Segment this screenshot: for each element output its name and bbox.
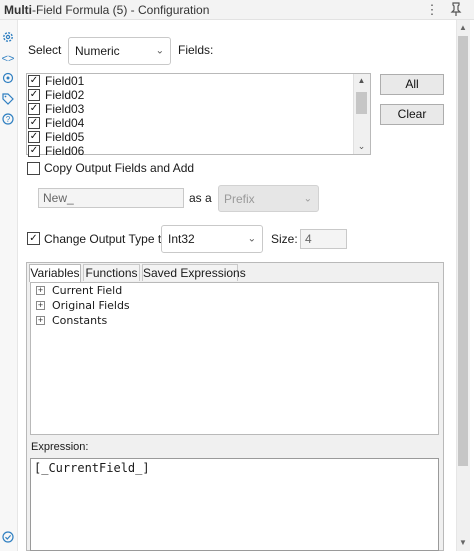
scroll-up-icon[interactable]: ▲: [458, 22, 468, 34]
svg-text:?: ?: [6, 115, 11, 124]
size-label: Size:: [271, 232, 298, 246]
clear-button[interactable]: Clear: [380, 104, 444, 125]
field-checkbox[interactable]: ✓: [28, 89, 40, 101]
change-type-checkbox[interactable]: ✓: [27, 232, 40, 245]
field-list-item[interactable]: ✓ Field05: [28, 130, 348, 144]
field-list-scroll-up-icon[interactable]: ▲: [356, 76, 367, 88]
tab-functions[interactable]: Functions: [83, 264, 140, 281]
target-icon[interactable]: [1, 72, 15, 86]
field-name: Field03: [45, 102, 85, 116]
field-list-item[interactable]: ✓ Field02: [28, 88, 348, 102]
output-type-dropdown[interactable]: Int32 ⌄: [161, 225, 263, 253]
expression-label: Expression:: [31, 441, 89, 453]
field-list-item[interactable]: ✓ Field06: [28, 144, 348, 158]
tag-icon[interactable]: [1, 93, 15, 107]
field-name: Field02: [45, 88, 85, 102]
copy-output-label: Copy Output Fields and Add: [44, 161, 195, 175]
field-checkbox[interactable]: ✓: [28, 117, 40, 129]
fields-label: Fields:: [178, 43, 214, 57]
field-name: Field05: [45, 130, 85, 144]
field-list-item[interactable]: ✓ Field01: [28, 74, 348, 88]
code-icon[interactable]: <>: [1, 52, 15, 66]
size-field[interactable]: 4: [300, 229, 347, 249]
field-name: Field04: [45, 116, 85, 130]
chevron-down-icon: ⌄: [303, 193, 312, 204]
field-name: Field06: [45, 144, 85, 158]
field-checkbox[interactable]: ✓: [28, 103, 40, 115]
pin-icon[interactable]: [448, 2, 464, 18]
change-type-label: Change Output Type to: [44, 232, 168, 246]
expression-text: [_CurrentField_]: [34, 461, 150, 475]
tree-item-label: Current Field: [52, 284, 123, 297]
field-checkbox[interactable]: ✓: [28, 75, 40, 87]
check-circle-icon[interactable]: [1, 531, 15, 545]
prefix-suffix-value: Prefix: [224, 191, 255, 206]
gear-icon[interactable]: [1, 31, 15, 45]
tree-item-label: Original Fields: [52, 299, 130, 312]
as-a-label: as a: [189, 191, 212, 205]
tab-saved-expressions[interactable]: Saved Expressions: [142, 264, 246, 281]
expand-icon[interactable]: +: [36, 286, 45, 295]
main-scrollbar-thumb[interactable]: [458, 36, 468, 466]
select-label: Select: [28, 43, 62, 57]
output-type-value: Int32: [168, 232, 195, 246]
prefix-text-field[interactable]: New_: [38, 188, 184, 208]
field-list-item[interactable]: ✓ Field03: [28, 102, 348, 116]
tab-variables[interactable]: Variables: [29, 264, 81, 282]
expand-icon[interactable]: +: [36, 301, 45, 310]
tree-item-label: Constants: [52, 314, 108, 327]
prefix-suffix-dropdown[interactable]: Prefix ⌄: [218, 185, 319, 212]
field-list-scroll-down-icon[interactable]: ⌄: [356, 141, 367, 153]
window-title: Multi-Field Formula (5) - Configuration: [4, 3, 210, 17]
scroll-down-icon[interactable]: ▼: [458, 537, 468, 549]
field-list-item[interactable]: ✓ Field04: [28, 116, 348, 130]
kebab-menu-icon[interactable]: ⋮: [424, 2, 440, 18]
field-name: Field01: [45, 74, 85, 88]
field-checkbox[interactable]: ✓: [28, 145, 40, 157]
copy-output-checkbox[interactable]: [27, 162, 40, 175]
chevron-down-icon: ⌄: [155, 45, 164, 57]
chevron-down-icon: ⌄: [247, 233, 256, 245]
select-dropdown[interactable]: Numeric ⌄: [68, 37, 171, 65]
help-icon[interactable]: ?: [1, 113, 15, 127]
field-list-scrollbar-thumb[interactable]: [356, 92, 367, 114]
field-checkbox[interactable]: ✓: [28, 131, 40, 143]
select-all-button[interactable]: All: [380, 74, 444, 95]
expand-icon[interactable]: +: [36, 316, 45, 325]
select-dropdown-value: Numeric: [75, 44, 120, 58]
